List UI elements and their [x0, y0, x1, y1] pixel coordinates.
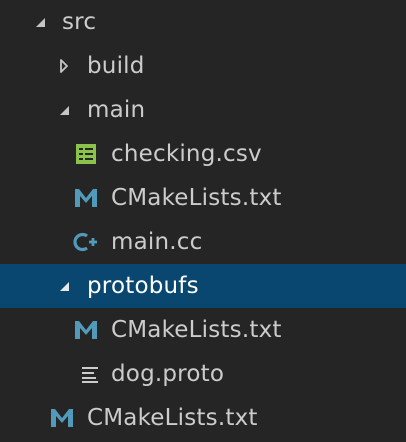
tree-item-label: checking.csv: [111, 140, 262, 167]
cmake-icon: [49, 396, 75, 440]
cmake-icon: [73, 308, 99, 352]
tree-item-label: CMakeLists.txt: [111, 316, 282, 343]
chevron-down-icon[interactable]: [54, 88, 74, 132]
tree-item-label: protobufs: [87, 272, 199, 299]
file-explorer-tree: src build main checking.csv CMakeLists.t…: [0, 0, 406, 442]
tree-item-label: main: [87, 96, 146, 123]
tree-item-label: main.cc: [111, 228, 203, 255]
tree-item-folder-protobufs[interactable]: protobufs: [0, 264, 406, 308]
csv-icon: [73, 132, 99, 176]
cpp-icon: [73, 220, 99, 264]
tree-item-file-checking-csv[interactable]: checking.csv: [0, 132, 406, 176]
tree-item-file-cmakelists-protobufs[interactable]: CMakeLists.txt: [0, 308, 406, 352]
tree-item-folder-src[interactable]: src: [0, 0, 406, 44]
tree-item-label: dog.proto: [111, 360, 225, 387]
tree-item-label: CMakeLists.txt: [87, 404, 258, 431]
chevron-down-icon[interactable]: [30, 0, 50, 44]
cmake-icon: [73, 176, 99, 220]
tree-item-file-main-cc[interactable]: main.cc: [0, 220, 406, 264]
chevron-down-icon[interactable]: [54, 264, 74, 308]
tree-item-file-cmakelists-src[interactable]: CMakeLists.txt: [0, 396, 406, 440]
tree-item-label: build: [87, 52, 145, 79]
tree-item-file-dog-proto[interactable]: dog.proto: [0, 352, 406, 396]
chevron-right-icon[interactable]: [54, 44, 74, 88]
tree-item-file-cmakelists-main[interactable]: CMakeLists.txt: [0, 176, 406, 220]
proto-file-icon: [77, 352, 103, 396]
tree-item-label: CMakeLists.txt: [111, 184, 282, 211]
tree-item-folder-build[interactable]: build: [0, 44, 406, 88]
tree-item-label: src: [62, 8, 97, 35]
tree-item-folder-main[interactable]: main: [0, 88, 406, 132]
